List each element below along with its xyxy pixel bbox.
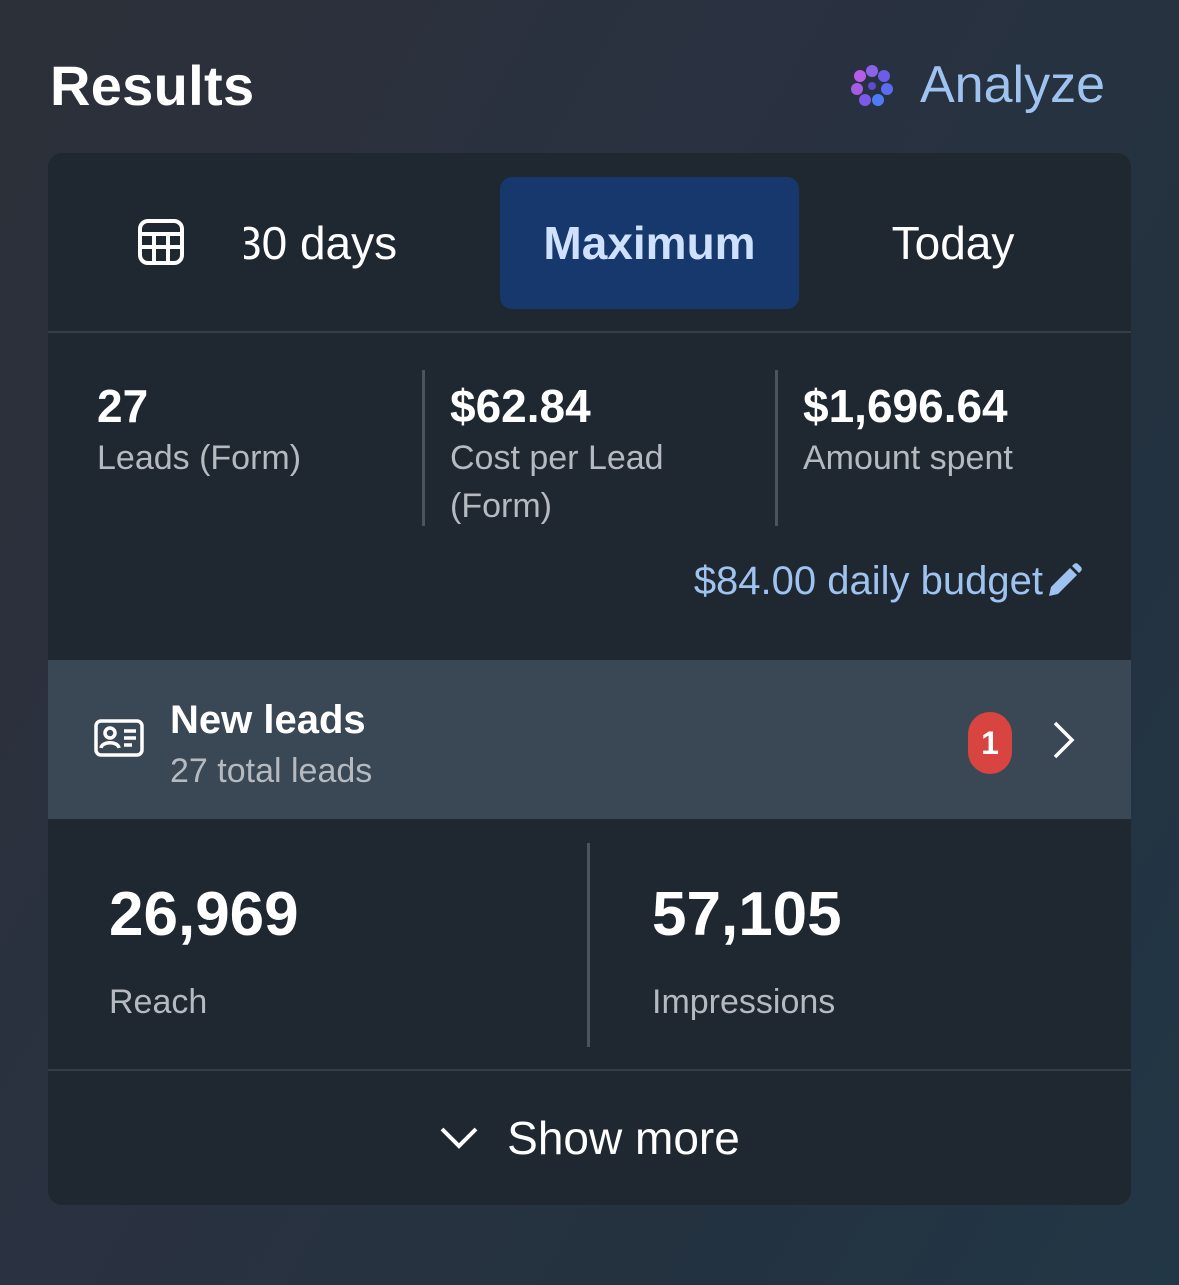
reach-value: 26,969 [109,880,299,949]
chevron-down-icon [440,1127,478,1149]
analyze-label: Analyze [920,56,1105,114]
stat-spent-label: Amount spent [803,439,1013,477]
results-card: 30 days Maximum Today 27 Leads (Form) $6… [48,153,1131,1205]
impressions-label: Impressions [652,983,836,1021]
tab-maximum-label: Maximum [543,217,756,269]
stat-cost-label: Cost per Lead (Form) [450,439,664,525]
results-header: Results Analyze [50,50,1105,120]
stat-leads: 27 Leads (Form) [97,378,397,482]
stat-cost-per-lead: $62.84 Cost per Lead (Form) [450,378,720,530]
calendar-icon [138,219,184,265]
stat-divider [775,370,778,526]
stat-spent-value: $1,696.64 [803,380,1008,432]
tab-maximum[interactable]: Maximum [500,177,799,309]
date-range-tabs: 30 days Maximum Today [48,153,1131,333]
summary-stats: 27 Leads (Form) $62.84 Cost per Lead (Fo… [48,333,1131,660]
calendar-button[interactable] [136,217,186,267]
pencil-icon [1049,562,1082,596]
reach-label: Reach [109,983,208,1021]
tab-today-label: Today [891,217,1015,269]
daily-budget-link[interactable]: $84.00 daily budget [694,559,1083,604]
analyze-button[interactable]: Analyze [848,55,1105,115]
stat-leads-label: Leads (Form) [97,439,302,477]
notification-badge: 1 [968,712,1012,774]
stat-cost-value: $62.84 [450,380,591,432]
show-more-button[interactable]: Show more [48,1071,1131,1205]
sparkle-flower-icon [851,65,893,106]
tab-30-days-label: 30 days [244,217,398,269]
contact-card-icon [94,719,144,757]
metric-divider [587,843,590,1047]
new-leads-subtitle: 27 total leads [170,752,373,790]
new-leads-title: New leads [170,698,366,742]
stat-leads-value: 27 [97,380,149,432]
new-leads-row[interactable]: New leads 27 total leads 1 [48,660,1131,819]
show-more-label: Show more [507,1112,740,1164]
daily-budget-text: $84.00 daily budget [693,559,1043,603]
tab-today[interactable]: Today [848,177,1058,309]
reach-impressions: 26,969 Reach 57,105 Impressions [48,819,1131,1071]
chevron-right-icon [1053,721,1075,759]
impressions-value: 57,105 [652,880,842,949]
page-title: Results [50,53,255,117]
stat-divider [422,370,425,526]
tab-30-days[interactable]: 30 days [244,177,464,309]
stat-amount-spent: $1,696.64 Amount spent [803,378,1103,482]
